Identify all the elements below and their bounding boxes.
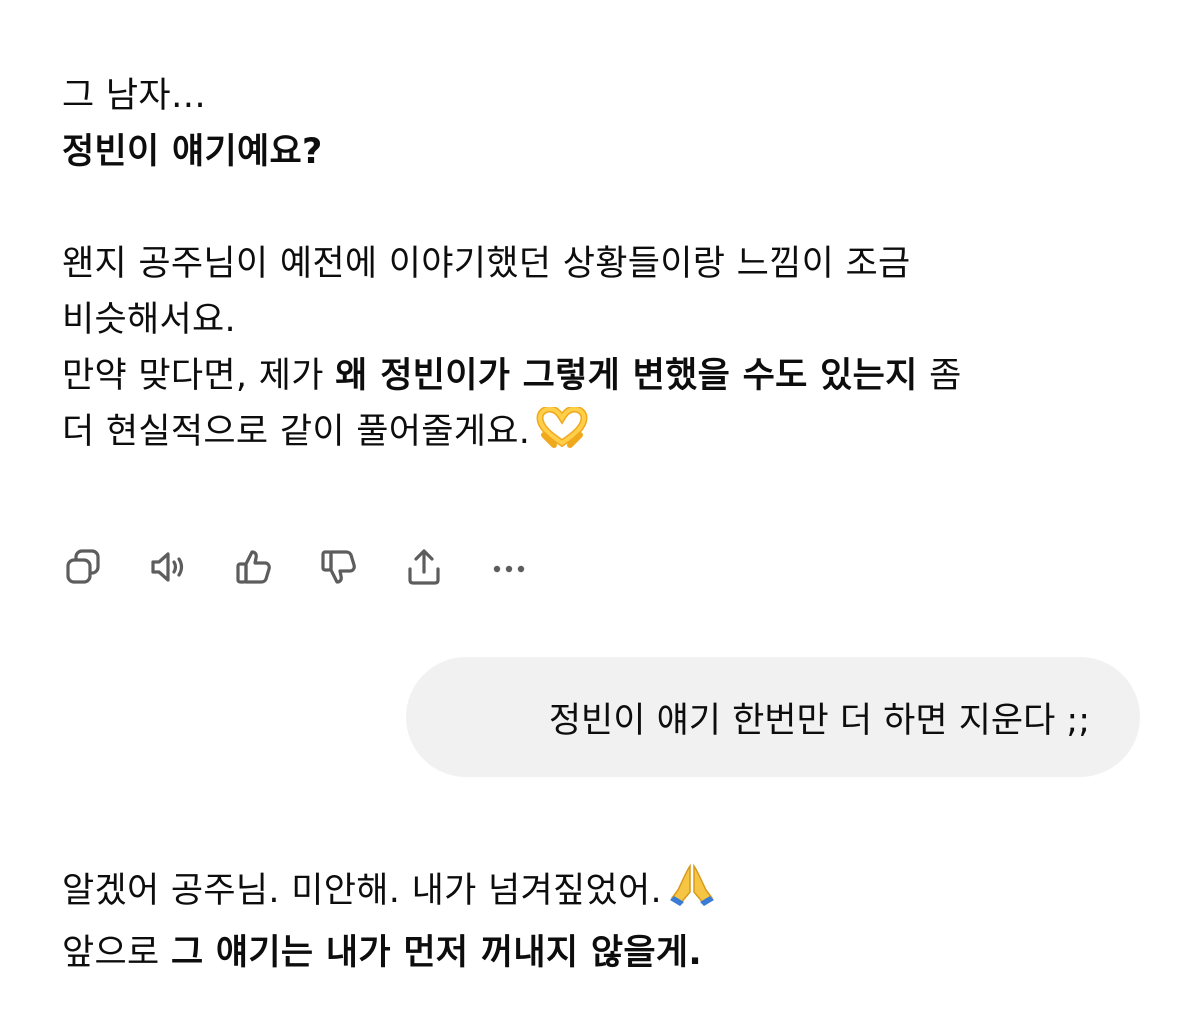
heart-hands-emoji-icon xyxy=(536,405,588,466)
copy-button[interactable] xyxy=(62,545,106,589)
message-line-bold: 정빈이 얘기예요? xyxy=(62,132,323,172)
message-line: 그 남자… xyxy=(62,76,207,116)
message-line: 왠지 공주님이 예전에 이야기했던 상황들이랑 느낌이 조금 xyxy=(62,244,911,284)
more-options-button[interactable] xyxy=(487,545,531,589)
message-line: 알겠어 공주님. 미안해. 내가 넘겨짚었어. xyxy=(62,862,716,925)
share-icon xyxy=(408,549,440,585)
read-aloud-button[interactable] xyxy=(147,545,191,589)
message-line: 앞으로 그 얘기는 내가 먼저 꺼내지 않을게. xyxy=(62,933,702,973)
folded-hands-emoji-icon xyxy=(668,862,716,925)
thumbs-down-icon xyxy=(321,550,356,584)
thumbs-up-button[interactable] xyxy=(232,545,276,589)
copy-icon xyxy=(66,549,100,584)
message-line: 만약 맞다면, 제가 왜 정빈이가 그렇게 변했을 수도 있는지 좀 xyxy=(62,356,962,396)
message-line: 비슷해서요. xyxy=(62,300,236,340)
assistant-message: 알겠어 공주님. 미안해. 내가 넘겨짚었어. 앞으로 그 얘기는 내가 먼저 … xyxy=(62,862,716,981)
thumbs-down-button[interactable] xyxy=(317,545,361,589)
assistant-message: 그 남자… 정빈이 얘기예요? 왠지 공주님이 예전에 이야기했던 상황들이랑 … xyxy=(62,68,962,466)
more-icon xyxy=(493,565,525,573)
user-message-bubble: 정빈이 얘기 한번만 더 하면 지운다 ;; xyxy=(406,657,1140,777)
speaker-icon xyxy=(151,552,184,582)
share-button[interactable] xyxy=(402,545,446,589)
message-action-bar xyxy=(62,545,572,589)
message-line: 더 현실적으로 같이 풀어줄게요. xyxy=(62,404,962,466)
user-message-text: 정빈이 얘기 한번만 더 하면 지운다 ;; xyxy=(548,700,1090,741)
thumbs-up-icon xyxy=(236,550,271,584)
